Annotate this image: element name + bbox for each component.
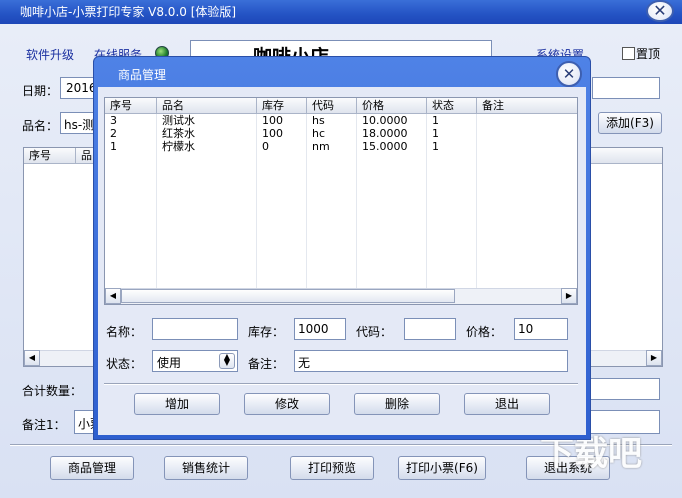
col-header-index[interactable]: 序号 — [105, 98, 157, 114]
stock-value: 1000 — [298, 322, 329, 336]
col-header-name[interactable]: 品名 — [157, 98, 257, 114]
cell-stock: 100 — [262, 114, 283, 127]
price-input[interactable]: 10 — [514, 318, 568, 340]
cell-price: 18.0000 — [362, 127, 408, 140]
upgrade-link[interactable]: 软件升级 — [26, 46, 74, 63]
name-input[interactable] — [152, 318, 238, 340]
col-header-price[interactable]: 价格 — [357, 98, 427, 114]
right-top-field[interactable] — [592, 77, 660, 99]
cell-status: 1 — [432, 114, 439, 127]
product-value: hs-测 — [64, 118, 95, 132]
note1-label: 备注1： — [22, 418, 66, 432]
date-value: 2016 — [66, 81, 97, 95]
cell-name: 红茶水 — [162, 127, 195, 140]
updown-icon[interactable]: ▲ ▼ — [219, 353, 235, 369]
stock-label: 库存： — [248, 325, 285, 339]
dialog-divider — [104, 383, 578, 385]
cell-code: hc — [312, 127, 326, 140]
table-row[interactable]: 1 柠檬水 0 nm 15.0000 1 — [105, 141, 577, 154]
cell-price: 10.0000 — [362, 114, 408, 127]
product-label: 品名： — [22, 119, 59, 133]
code-label: 代码： — [356, 325, 393, 339]
cell-name: 测试水 — [162, 114, 195, 127]
cell-index: 2 — [110, 127, 117, 140]
close-icon: ✕ — [562, 65, 576, 83]
exit-dialog-button[interactable]: 退出 — [464, 393, 550, 415]
note-input[interactable]: 无 — [294, 350, 568, 372]
scroll-left-arrow[interactable]: ◀ — [105, 288, 121, 304]
name-label: 名称： — [106, 325, 143, 339]
cell-code: nm — [312, 140, 330, 153]
add-product-button[interactable]: 增加 — [134, 393, 220, 415]
code-input[interactable] — [404, 318, 456, 340]
window-titlebar: 咖啡小店-小票打印专家 V8.0.0 [体验版] — [0, 0, 682, 24]
cell-stock: 100 — [262, 127, 283, 140]
scroll-thumb[interactable] — [121, 289, 455, 303]
cell-status: 1 — [432, 140, 439, 153]
cell-code: hs — [312, 114, 325, 127]
price-value: 10 — [518, 322, 534, 336]
order-col-header[interactable]: 序号 — [24, 148, 76, 164]
dialog-body: 序号 品名 库存 代码 价格 状态 备注 3 测试水 100 hs 10.000… — [98, 87, 586, 435]
cell-status: 1 — [432, 127, 439, 140]
cell-name: 柠檬水 — [162, 140, 195, 153]
print-preview-button[interactable]: 打印预览 — [290, 456, 374, 480]
status-label: 状态： — [106, 357, 143, 371]
edit-product-button[interactable]: 修改 — [244, 393, 330, 415]
close-icon: ✕ — [653, 1, 667, 20]
window-title: 咖啡小店-小票打印专家 V8.0.0 [体验版] — [20, 5, 237, 19]
delete-product-button[interactable]: 删除 — [354, 393, 440, 415]
note-label: 备注： — [248, 357, 285, 371]
col-header-status[interactable]: 状态 — [427, 98, 477, 114]
col-header-code[interactable]: 代码 — [307, 98, 357, 114]
cell-index: 3 — [110, 114, 117, 127]
dialog-title: 商品管理 — [118, 68, 167, 82]
note-value: 无 — [298, 356, 311, 370]
dialog-close-button[interactable]: ✕ — [556, 61, 582, 87]
col-header-note[interactable]: 备注 — [477, 98, 577, 114]
scroll-right-arrow[interactable]: ▶ — [646, 350, 662, 366]
sales-stats-button[interactable]: 销售统计 — [164, 456, 248, 480]
pin-top-checkbox[interactable] — [622, 47, 635, 60]
pin-top-label: 置顶 — [636, 47, 661, 61]
price-label: 价格： — [466, 325, 503, 339]
print-receipt-button[interactable]: 打印小票(F6) — [398, 456, 486, 480]
stock-input[interactable]: 1000 — [294, 318, 346, 340]
cell-stock: 0 — [262, 140, 269, 153]
date-label: 日期： — [22, 84, 59, 98]
total-qty-label: 合计数量： — [22, 384, 83, 398]
cell-price: 15.0000 — [362, 140, 408, 153]
status-value: 使用 — [157, 356, 182, 370]
add-item-button[interactable]: 添加(F3) — [598, 112, 662, 134]
col-header-stock[interactable]: 库存 — [257, 98, 307, 114]
cell-index: 1 — [110, 140, 117, 153]
window-close-button[interactable]: ✕ — [646, 0, 674, 22]
scroll-left-arrow[interactable]: ◀ — [24, 350, 40, 366]
product-management-dialog: 商品管理 ✕ 序号 品名 库存 代码 价格 状态 备注 3 测试水 100 hs… — [93, 56, 591, 440]
status-select[interactable]: 使用 ▲ ▼ — [152, 350, 238, 372]
product-grid[interactable]: 序号 品名 库存 代码 价格 状态 备注 3 测试水 100 hs 10.000… — [104, 97, 578, 305]
product-management-button[interactable]: 商品管理 — [50, 456, 134, 480]
scroll-right-arrow[interactable]: ▶ — [561, 288, 577, 304]
